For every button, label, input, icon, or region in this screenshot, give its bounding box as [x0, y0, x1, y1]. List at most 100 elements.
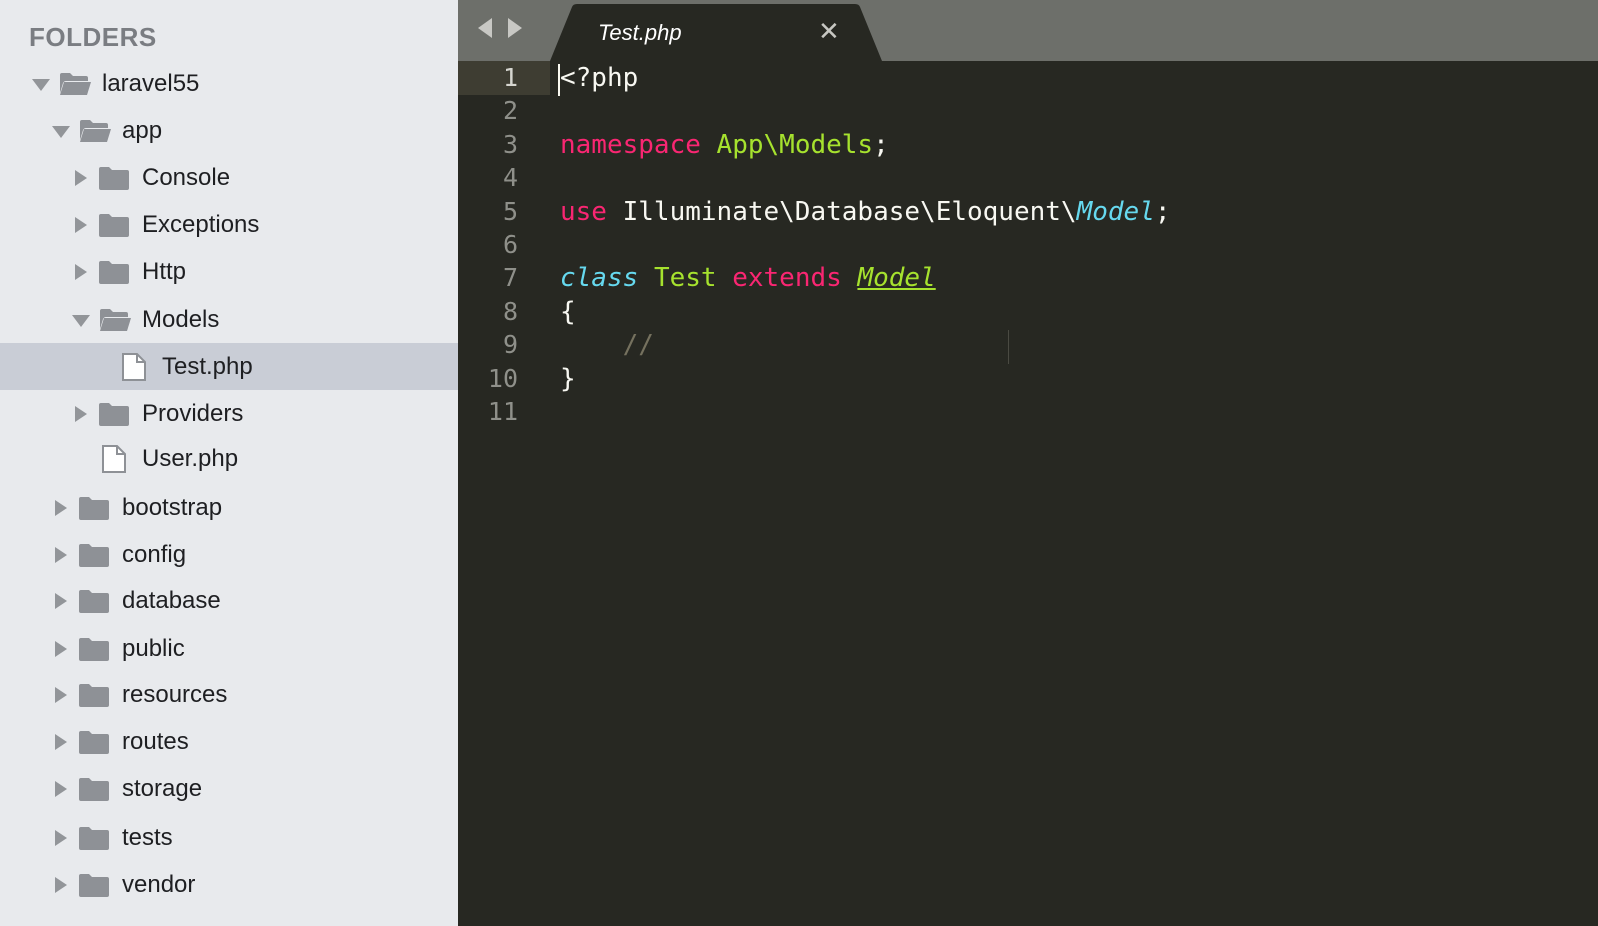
tree-item-label: tests	[122, 823, 173, 851]
indent-guide	[1008, 330, 1009, 364]
tree-file-item[interactable]: Test.php	[0, 343, 458, 390]
tree-item-label: config	[122, 540, 187, 568]
tree-folder-item[interactable]: vendor	[0, 861, 458, 908]
tree-folder-item[interactable]: storage	[0, 765, 458, 812]
line-number: 10	[487, 363, 518, 393]
folder-icon	[78, 776, 110, 807]
code-token: //	[622, 330, 654, 361]
tree-item-label: app	[122, 116, 163, 144]
tab-test-php[interactable]: Test.php ✕	[550, 4, 890, 61]
folder-icon	[78, 588, 110, 619]
folder-icon	[78, 636, 110, 667]
disclosure-closed-icon[interactable]	[55, 592, 67, 609]
tree-item-label: laravel55	[102, 69, 200, 97]
tree-folder-item[interactable]: app	[0, 107, 458, 154]
code-token: App\Models	[716, 129, 874, 160]
folder-open-icon	[98, 307, 132, 338]
folder-open-icon	[58, 71, 92, 102]
tree-folder-item[interactable]: Console	[0, 154, 458, 201]
disclosure-open-icon[interactable]	[32, 78, 50, 91]
folder-open-icon	[78, 118, 112, 149]
tree-folder-item[interactable]: Exceptions	[0, 201, 458, 248]
disclosure-closed-icon[interactable]	[55, 780, 67, 797]
disclosure-closed-icon[interactable]	[55, 733, 67, 750]
code-token: Model	[857, 263, 936, 294]
line-number: 8	[502, 296, 518, 326]
tree-folder-item[interactable]: laravel55	[0, 60, 458, 107]
tree-item-label: Models	[142, 305, 220, 333]
arrow-right-icon[interactable]	[508, 18, 522, 38]
tree-item-label: Providers	[142, 399, 244, 427]
tree-folder-item[interactable]: Models	[0, 296, 458, 343]
arrow-left-icon[interactable]	[478, 18, 492, 38]
tree-item-label: public	[122, 634, 185, 662]
tree-folder-item[interactable]: config	[0, 531, 458, 578]
code-line: //	[560, 328, 654, 362]
disclosure-closed-icon[interactable]	[55, 686, 67, 703]
folder-icon	[98, 165, 130, 196]
disclosure-closed-icon[interactable]	[55, 499, 67, 516]
disclosure-closed-icon[interactable]	[75, 216, 87, 233]
tree-folder-item[interactable]: resources	[0, 671, 458, 718]
tree-folder-item[interactable]: database	[0, 577, 458, 624]
folder-icon	[98, 212, 130, 243]
line-number: 11	[487, 397, 518, 426]
code-token: Test	[653, 263, 717, 294]
tree-folder-item[interactable]: routes	[0, 718, 458, 765]
code-line: <?php	[560, 61, 638, 95]
disclosure-closed-icon[interactable]	[55, 829, 67, 846]
tree-folder-item[interactable]: public	[0, 625, 458, 672]
tree-item-label: routes	[122, 727, 189, 755]
file-icon	[100, 444, 128, 478]
folder-icon	[78, 872, 110, 903]
code-token: Illuminate\Database\Eloquent\	[606, 196, 1077, 227]
tree-folder-item[interactable]: bootstrap	[0, 484, 458, 531]
tree-item-label: Exceptions	[142, 210, 260, 238]
tree-item-label: resources	[122, 680, 228, 708]
tree-file-item[interactable]: User.php	[0, 435, 458, 482]
tree-folder-item[interactable]: Http	[0, 248, 458, 295]
code-line: class Test extends Model	[560, 261, 936, 295]
disclosure-closed-icon[interactable]	[75, 263, 87, 280]
disclosure-closed-icon[interactable]	[75, 169, 87, 186]
tree-item-label: database	[122, 586, 221, 614]
tree-item-label: Http	[142, 257, 187, 285]
line-number: 4	[502, 163, 518, 193]
code-token: Model	[1076, 196, 1155, 227]
tree-item-label: User.php	[142, 444, 239, 472]
tree-item-label: Test.php	[162, 352, 253, 380]
tree-item-label: bootstrap	[122, 493, 223, 521]
code-line: use Illuminate\Database\Eloquent\Model;	[560, 195, 1171, 229]
disclosure-closed-icon[interactable]	[75, 405, 87, 422]
close-icon[interactable]: ✕	[818, 16, 840, 46]
line-number: 3	[502, 129, 518, 159]
line-number: 6	[502, 230, 518, 259]
disclosure-open-icon[interactable]	[52, 125, 70, 138]
code-line: namespace App\Models;	[560, 128, 889, 162]
folder-icon	[78, 682, 110, 713]
code-token: extends	[732, 263, 842, 294]
folder-icon	[98, 259, 130, 290]
file-icon	[120, 352, 148, 386]
code-token: use	[560, 196, 607, 227]
line-number: 5	[502, 196, 518, 226]
folders-heading: FOLDERS	[29, 22, 157, 52]
line-number-gutter: 1 2 3 4 5 6 7 8 9 10 11	[458, 61, 548, 926]
code-line: }	[560, 362, 576, 396]
code-token: class	[560, 263, 639, 294]
line-number: 1	[502, 63, 518, 92]
tree-folder-item[interactable]: Providers	[0, 390, 458, 437]
folder-icon	[98, 401, 130, 432]
disclosure-closed-icon[interactable]	[55, 640, 67, 657]
disclosure-closed-icon[interactable]	[55, 876, 67, 893]
disclosure-closed-icon[interactable]	[55, 546, 67, 563]
disclosure-open-icon[interactable]	[72, 314, 90, 327]
editor-pane: Test.php ✕ 1 2 3 4 5 6 7 8 9 10 11 <?php namespace …	[458, 0, 1598, 926]
line-number: 7	[502, 263, 518, 293]
tree-folder-item[interactable]: tests	[0, 814, 458, 861]
code-token: ;	[873, 129, 889, 160]
